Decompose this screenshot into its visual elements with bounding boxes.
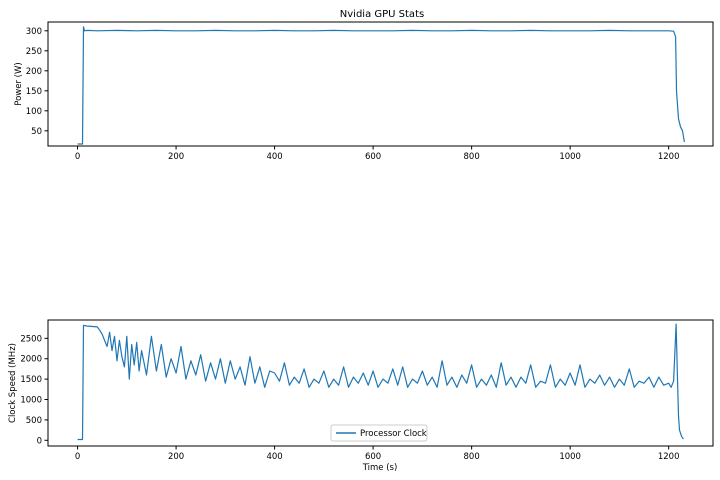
figure: Nvidia GPU Stats 0 200 400 600 800 1000 1200 5… xyxy=(8,9,714,473)
clock-series xyxy=(77,323,684,441)
power-y-tick-label: 300 xyxy=(26,27,42,37)
clock-y-tick-label: 2000 xyxy=(20,355,42,365)
clock-y-tick-label: 1500 xyxy=(20,375,42,385)
legend-label: Processor Clock xyxy=(360,429,427,439)
clock-y-tick-label: 500 xyxy=(26,416,42,426)
clock-y-ticks: 0 500 1000 1500 2000 2500 xyxy=(20,334,48,446)
clock-x-tick-label: 800 xyxy=(464,452,480,462)
clock-x-ticks: 0 200 400 600 800 1000 1200 xyxy=(75,446,680,462)
power-y-tick-label: 150 xyxy=(26,87,42,97)
power-x-tick-label: 1200 xyxy=(658,152,680,162)
clock-panel: 0 200 400 600 800 1000 1200 0 500 1000 1500 2000 25… xyxy=(8,319,714,473)
clock-y-tick-label: 0 xyxy=(37,436,42,446)
power-y-tick-label: 250 xyxy=(26,47,42,57)
power-axes-frame xyxy=(47,21,714,147)
clock-x-label: Time (s) xyxy=(362,463,398,473)
clock-y-tick-label: 1000 xyxy=(20,396,42,406)
power-series xyxy=(77,26,685,145)
legend: Processor Clock xyxy=(330,424,428,442)
power-x-tick-label: 200 xyxy=(168,152,184,162)
clock-x-tick-label: 400 xyxy=(266,452,282,462)
clock-y-label: Clock Speed (MHz) xyxy=(8,343,18,423)
power-x-tick-label: 0 xyxy=(75,152,80,162)
clock-x-tick-label: 1200 xyxy=(658,452,680,462)
power-y-tick-label: 100 xyxy=(26,107,42,117)
power-y-tick-label: 200 xyxy=(26,67,42,77)
power-y-ticks: 50 100 150 200 250 300 xyxy=(26,27,48,137)
power-x-ticks: 0 200 400 600 800 1000 1200 xyxy=(75,146,680,162)
clock-y-tick-label: 2500 xyxy=(20,334,42,344)
chart-title: Nvidia GPU Stats xyxy=(340,9,424,20)
power-series-line xyxy=(77,26,685,145)
clock-x-tick-label: 1000 xyxy=(559,452,581,462)
clock-series-line xyxy=(77,323,684,441)
power-y-label: Power (W) xyxy=(14,62,24,105)
power-panel: Nvidia GPU Stats 0 200 400 600 800 1000 1200 5… xyxy=(14,9,714,162)
power-x-tick-label: 400 xyxy=(266,152,282,162)
clock-x-tick-label: 600 xyxy=(365,452,381,462)
power-x-tick-label: 1000 xyxy=(559,152,581,162)
power-y-tick-label: 50 xyxy=(31,127,42,137)
power-x-tick-label: 600 xyxy=(365,152,381,162)
power-x-tick-label: 800 xyxy=(464,152,480,162)
clock-x-tick-label: 200 xyxy=(168,452,184,462)
clock-x-tick-label: 0 xyxy=(75,452,80,462)
